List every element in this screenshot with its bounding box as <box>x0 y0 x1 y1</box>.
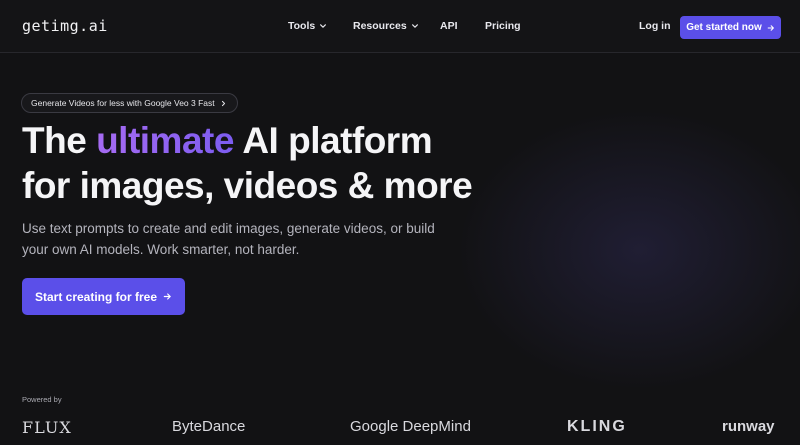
nav-tools[interactable]: Tools <box>288 20 327 32</box>
get-started-button[interactable]: Get started now <box>680 16 781 39</box>
hero-subtext: Use text prompts to create and edit imag… <box>22 221 435 257</box>
brand-logo-google-deepmind: Google DeepMind <box>350 418 471 435</box>
arrow-right-icon <box>767 24 774 31</box>
brand-logo-kling: KLING <box>567 418 627 435</box>
nav-api-label: API <box>440 20 458 32</box>
nav-resources[interactable]: Resources <box>353 20 419 32</box>
nav-pricing[interactable]: Pricing <box>485 20 521 32</box>
chevron-down-icon <box>320 24 327 28</box>
headline-line2: for images, videos & more <box>22 165 473 206</box>
start-creating-label: Start creating for free <box>34 289 158 304</box>
nav-tools-label: Tools <box>288 20 316 32</box>
announcement-pill[interactable]: Generate Videos for less with Google Veo… <box>21 93 238 113</box>
announcement-text: Generate Videos for less with Google Veo… <box>31 98 215 108</box>
login-link[interactable]: Log in <box>639 20 671 32</box>
page: getimg.ai Tools Resources API Pricing Lo… <box>0 0 800 445</box>
powered-by-label: Powered by <box>22 395 62 404</box>
get-started-label: Get started now <box>686 22 762 33</box>
headline-post: AI platform <box>233 120 433 161</box>
brand-logo-bytedance: ByteDance <box>172 418 246 435</box>
chevron-down-icon <box>411 24 418 28</box>
chevron-right-icon <box>221 100 225 106</box>
top-navbar: getimg.ai Tools Resources API Pricing Lo… <box>0 0 800 53</box>
brand-logo-runway: runway <box>722 418 775 435</box>
arrow-right-icon <box>163 293 171 300</box>
headline-pre: The <box>22 120 97 161</box>
nav-pricing-label: Pricing <box>485 20 521 32</box>
hero-headline: The ultimate AI platform for images, vid… <box>22 118 582 208</box>
nav-resources-label: Resources <box>353 20 407 32</box>
nav-api[interactable]: API <box>440 20 458 32</box>
headline-accent: ultimate <box>96 120 234 161</box>
brand-logo-flux: FLUX <box>22 418 72 437</box>
start-creating-button[interactable]: Start creating for free <box>22 278 185 315</box>
